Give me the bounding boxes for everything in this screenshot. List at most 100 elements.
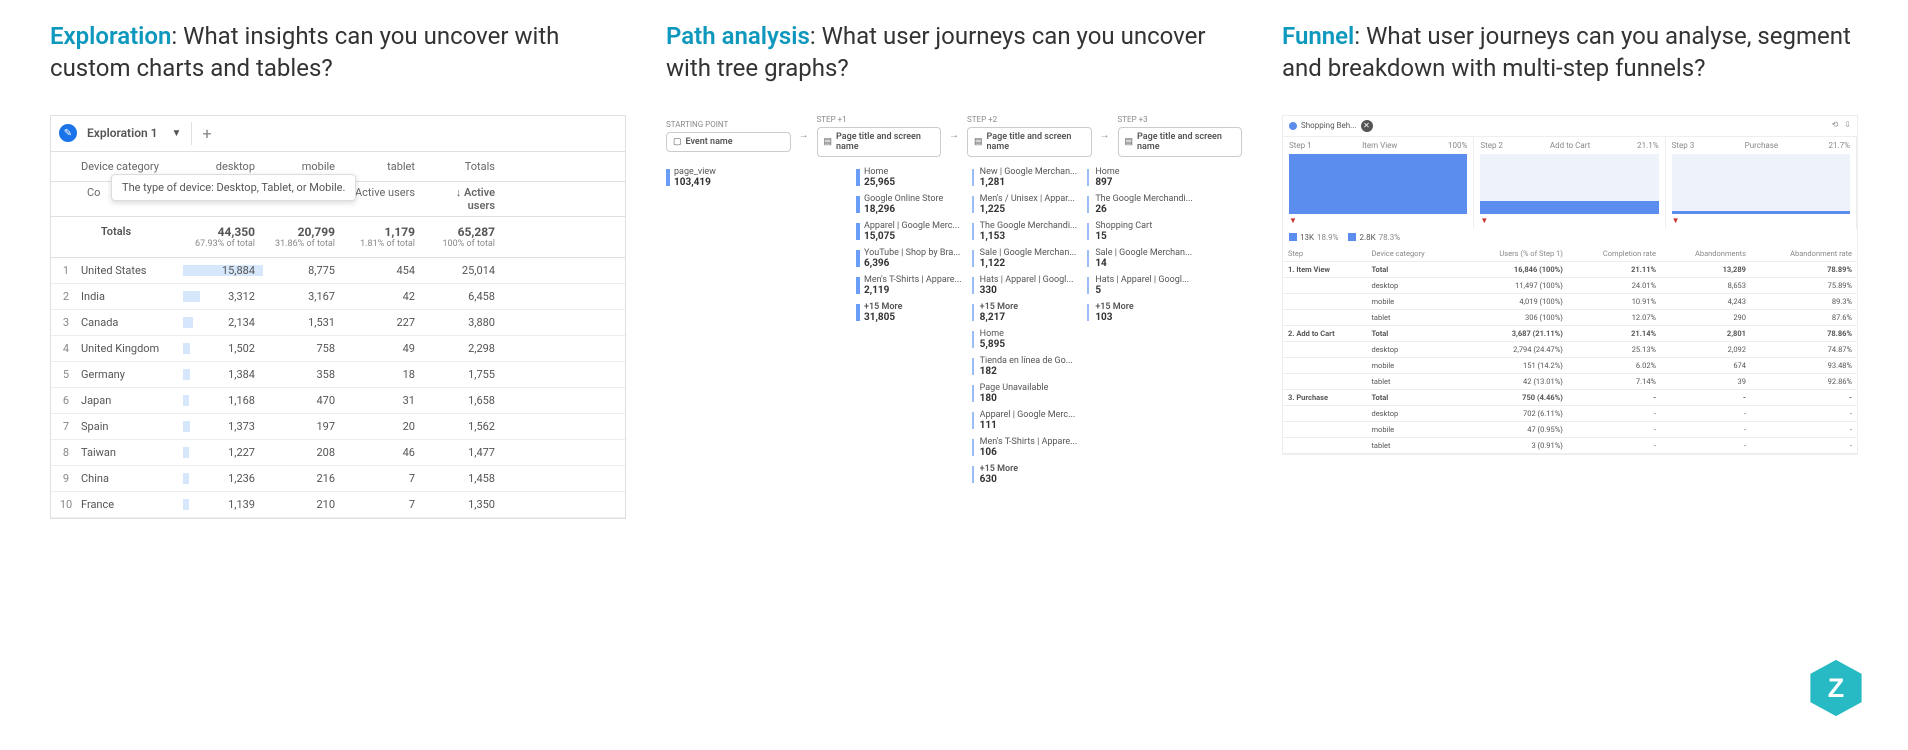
funnel-th: Abandonments <box>1661 246 1751 262</box>
path-node[interactable]: +15 More630 <box>972 464 1078 485</box>
path-node[interactable]: The Google Merchandi...1,153 <box>972 221 1078 242</box>
table-row[interactable]: 4 United Kingdom 1,502 758 49 2,298 <box>51 336 625 362</box>
col-totals[interactable]: Totals <box>421 158 501 175</box>
page-icon: ▤ <box>824 137 833 147</box>
path-node[interactable]: Apparel | Google Merc...15,075 <box>856 221 962 242</box>
cell-ar: 93.48% <box>1751 357 1857 373</box>
country-cell: India <box>81 290 181 303</box>
node-name: New | Google Merchan... <box>980 167 1078 177</box>
edit-icon[interactable]: ✎ <box>59 124 77 142</box>
path-node[interactable]: YouTube | Shop by Bra...6,396 <box>856 248 962 269</box>
country-cell: United Kingdom <box>81 342 181 355</box>
col-mobile[interactable]: mobile <box>261 158 341 175</box>
cell-step: 3. Purchase <box>1283 389 1366 405</box>
table-row[interactable]: 3 Canada 2,134 1,531 227 3,880 <box>51 310 625 336</box>
table-row[interactable]: 7 Spain 1,373 197 20 1,562 <box>51 414 625 440</box>
col-tablet[interactable]: tablet <box>341 158 421 175</box>
cell-step <box>1283 357 1366 373</box>
sub-totals-sort[interactable]: ↓ Active users <box>421 182 501 216</box>
path-node[interactable]: Google Online Store18,296 <box>856 194 962 215</box>
path-node[interactable]: Sale | Google Merchan...1,122 <box>972 248 1078 269</box>
table-row[interactable]: 5 Germany 1,384 358 18 1,755 <box>51 362 625 388</box>
cell-step <box>1283 341 1366 357</box>
node-name: Google Online Store <box>864 194 962 204</box>
path-node[interactable]: New | Google Merchan...1,281 <box>972 167 1078 188</box>
funnel-table: StepDevice categoryUsers (% of Step 1)Co… <box>1283 246 1857 454</box>
reset-icon[interactable]: ⟲ <box>1832 120 1839 132</box>
step-header: STARTING POINT <box>666 120 791 129</box>
arrow-right-icon: → <box>1100 130 1110 141</box>
table-row[interactable]: 2 India 3,312 3,167 42 6,458 <box>51 284 625 310</box>
row-index: 2 <box>51 290 81 303</box>
path-node[interactable]: +15 More31,805 <box>856 302 962 323</box>
col-desktop[interactable]: desktop <box>181 158 261 175</box>
total-cell: 1,562 <box>421 417 501 436</box>
country-cell: Taiwan <box>81 446 181 459</box>
path-node[interactable]: page_view103,419 <box>666 167 756 188</box>
cell-users: 16,846 (100%) <box>1460 261 1568 277</box>
path-node[interactable]: Men's T-Shirts | Appare...2,119 <box>856 275 962 296</box>
total-cell: 25,014 <box>421 261 501 280</box>
funnel-th: Users (% of Step 1) <box>1460 246 1568 262</box>
path-node[interactable]: +15 More8,217 <box>972 302 1078 323</box>
node-count: 1,153 <box>980 231 1078 242</box>
path-node[interactable]: Shopping Cart15 <box>1087 221 1193 242</box>
chevron-down-icon[interactable]: ▼ <box>172 128 182 139</box>
path-node[interactable]: Home5,895 <box>972 329 1078 350</box>
table-row[interactable]: 1 United States 15,884 8,775 454 25,014 <box>51 258 625 284</box>
cell-device: Total <box>1366 389 1459 405</box>
total-cell: 6,458 <box>421 287 501 306</box>
step-pct: 21.7% <box>1829 141 1850 150</box>
table-row[interactable]: 10 France 1,139 210 7 1,350 <box>51 492 625 518</box>
funnel-th: Device category <box>1366 246 1459 262</box>
node-count: 31,805 <box>864 312 962 323</box>
download-icon[interactable]: ⇩ <box>1844 120 1851 132</box>
path-node[interactable]: Home897 <box>1087 167 1193 188</box>
node-count: 182 <box>980 366 1078 377</box>
country-cell: United States <box>81 264 181 277</box>
step-label: Add to Cart <box>1550 141 1590 150</box>
step-pill[interactable]: ▤ Page title and screen name <box>1118 127 1243 157</box>
cell-device: Total <box>1366 325 1459 341</box>
settings-icon[interactable]: ✕ <box>1361 120 1373 132</box>
node-name: Sale | Google Merchan... <box>980 248 1078 258</box>
cell-cr: 6.02% <box>1568 357 1661 373</box>
cell-ar: 87.6% <box>1751 309 1857 325</box>
desktop-cell: 1,373 <box>181 417 261 436</box>
exploration-tab-title[interactable]: Exploration 1 <box>87 126 158 140</box>
node-count: 5,895 <box>980 339 1078 350</box>
path-node[interactable]: Hats | Apparel | Googl...5 <box>1087 275 1193 296</box>
mobile-cell: 210 <box>261 495 341 514</box>
exploration-panel: ✎ Exploration 1 ▼ + Device category desk… <box>50 115 626 519</box>
add-tab-button[interactable]: + <box>191 122 221 145</box>
funnel-row: 1. Item View Total 16,846 (100%) 21.11% … <box>1283 261 1857 277</box>
desktop-cell: 1,227 <box>181 443 261 462</box>
path-node[interactable]: +15 More103 <box>1087 302 1193 323</box>
table-row[interactable]: 6 Japan 1,168 470 31 1,658 <box>51 388 625 414</box>
step-pill[interactable]: ▤ Page title and screen name <box>817 127 942 157</box>
mobile-cell: 197 <box>261 417 341 436</box>
cell-step <box>1283 421 1366 437</box>
path-node[interactable]: Tienda en línea de Go...182 <box>972 356 1078 377</box>
svg-text:Z: Z <box>1828 673 1844 703</box>
node-count: 5 <box>1095 285 1193 296</box>
cell-device: tablet <box>1366 309 1459 325</box>
step-pill[interactable]: ▢ Event name <box>666 132 791 152</box>
path-node[interactable]: Apparel | Google Merc...111 <box>972 410 1078 431</box>
path-node[interactable]: Page Unavailable180 <box>972 383 1078 404</box>
path-node[interactable]: The Google Merchandi...26 <box>1087 194 1193 215</box>
node-name: Home <box>864 167 962 177</box>
step-pill[interactable]: ▤ Page title and screen name <box>967 127 1092 157</box>
path-node[interactable]: Sale | Google Merchan...14 <box>1087 248 1193 269</box>
path-node[interactable]: Hats | Apparel | Googl...330 <box>972 275 1078 296</box>
path-node[interactable]: Home25,965 <box>856 167 962 188</box>
page-icon: ▤ <box>1125 137 1134 147</box>
brand-logo-icon: Z <box>1804 656 1868 720</box>
table-row[interactable]: 8 Taiwan 1,227 208 46 1,477 <box>51 440 625 466</box>
path-node[interactable]: Men's / Unisex | Appar...1,225 <box>972 194 1078 215</box>
desktop-cell: 1,502 <box>181 339 261 358</box>
table-row[interactable]: 9 China 1,236 216 7 1,458 <box>51 466 625 492</box>
path-node[interactable]: Men's T-Shirts | Appare...106 <box>972 437 1078 458</box>
funnel-step: Step 2Add to Cart21.1% ▼ <box>1474 137 1665 229</box>
node-count: 103,419 <box>674 177 756 188</box>
